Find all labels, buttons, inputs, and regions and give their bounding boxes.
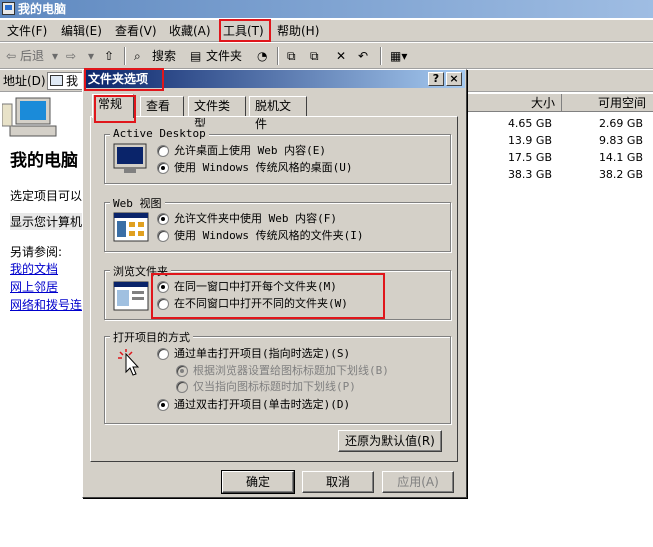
menu-favorites[interactable]: 收藏(A) — [166, 23, 214, 39]
address-value: 我 — [66, 74, 79, 88]
radio-separate-window[interactable] — [157, 298, 169, 310]
cell-free: 2.69 GB — [598, 117, 643, 130]
dialog-title: 文件夹选项 — [88, 72, 149, 86]
group-title: 浏览文件夹 — [110, 263, 171, 279]
pointer-click-icon — [118, 349, 140, 376]
address-field[interactable]: 我 — [47, 72, 87, 90]
option-label: 允许文件夹中使用 Web 内容(F) — [174, 212, 337, 225]
column-header-free-space[interactable]: 可用空间 — [562, 94, 652, 112]
cell-free: 38.2 GB — [598, 168, 643, 181]
help-button[interactable]: ? — [428, 72, 444, 86]
menu-bar: 文件(F) 编辑(E) 查看(V) 收藏(A) 工具(T) 帮助(H) — [0, 20, 653, 42]
toolbar-separator — [124, 47, 126, 65]
move-to-icon[interactable]: ⧉ — [287, 47, 296, 65]
tab-view[interactable]: 查看 — [140, 96, 184, 116]
cell-free: 14.1 GB — [598, 151, 643, 164]
see-also-label: 另请参阅: — [10, 245, 63, 259]
link-network-dialup[interactable]: 网络和拨号连 — [10, 296, 82, 313]
cell-size: 4.65 GB — [507, 117, 552, 130]
menu-help[interactable]: 帮助(H) — [274, 23, 322, 39]
cell-size: 38.3 GB — [507, 168, 552, 181]
ok-button[interactable]: 确定 — [221, 470, 295, 494]
group-title: Web 视图 — [110, 195, 165, 211]
select-hint: 选定项目可以 — [10, 189, 83, 203]
menu-tools[interactable]: 工具(T) — [220, 23, 267, 39]
toolbar-separator — [277, 47, 279, 65]
forward-arrow-icon[interactable]: ⇨ — [66, 47, 76, 65]
window-title: 我的电脑 — [18, 2, 67, 16]
desktop-icon — [113, 143, 147, 173]
cell-free: 9.83 GB — [598, 134, 643, 147]
radio-web-desktop[interactable] — [157, 145, 169, 157]
copy-to-icon[interactable]: ⧉ — [310, 47, 319, 65]
option-label: 使用 Windows 传统风格的文件夹(I) — [174, 229, 364, 242]
toolbar-separator — [380, 47, 382, 65]
link-my-documents[interactable]: 我的文档 — [10, 260, 58, 277]
search-icon[interactable]: ⌕ — [134, 47, 141, 65]
cell-size: 13.9 GB — [507, 134, 552, 147]
option-label: 在同一窗口中打开每个文件夹(M) — [174, 280, 337, 293]
close-button[interactable]: × — [446, 72, 462, 86]
radio-double-click[interactable] — [157, 399, 169, 411]
undo-icon[interactable]: ↶ — [358, 47, 368, 65]
restore-defaults-button[interactable]: 还原为默认值(R) — [338, 430, 442, 452]
search-button[interactable]: 搜索 — [152, 47, 176, 65]
menu-file[interactable]: 文件(F) — [4, 23, 50, 39]
radio-underline-point — [176, 381, 188, 393]
group-active-desktop — [104, 134, 451, 184]
option-label: 通过双击打开项目(单击时选定)(D) — [174, 398, 351, 411]
radio-underline-browser — [176, 365, 188, 377]
address-label: 地址(D) — [3, 74, 46, 88]
radio-classic-folders[interactable] — [157, 230, 169, 242]
toolbar: ⇦ 后退 ▾ ⇨ ▾ ⇧ ⌕ 搜索 ▤ 文件夹 ◔ ⧉ ⧉ ✕ ↶ ▦▾ — [0, 43, 653, 69]
folders-button[interactable]: 文件夹 — [206, 47, 242, 65]
web-folder-icon — [113, 212, 149, 242]
menu-view[interactable]: 查看(V) — [112, 23, 160, 39]
option-label: 根据浏览器设置给图标标题加下划线(B) — [193, 364, 389, 377]
option-label: 允许桌面上使用 Web 内容(E) — [174, 144, 326, 157]
my-computer-icon — [2, 97, 57, 137]
radio-classic-desktop[interactable] — [157, 162, 169, 174]
cancel-button[interactable]: 取消 — [302, 471, 374, 493]
option-label: 仅当指向图标标题时加下划线(P) — [193, 380, 356, 393]
option-label: 在不同窗口中打开不同的文件夹(W) — [174, 297, 348, 310]
back-button[interactable]: 后退 — [20, 47, 44, 65]
tab-offline-files[interactable]: 脱机文件 — [249, 96, 307, 131]
show-info: 显示您计算机 — [10, 213, 83, 230]
radio-web-folders[interactable] — [157, 213, 169, 225]
views-icon[interactable]: ▦▾ — [390, 47, 407, 65]
up-folder-icon[interactable]: ⇧ — [104, 47, 114, 65]
history-icon[interactable]: ◔ — [257, 47, 267, 65]
forward-dropdown-icon[interactable]: ▾ — [88, 47, 94, 65]
group-title: Active Desktop — [110, 127, 209, 140]
dialog-titlebar[interactable]: 文件夹选项 — [84, 70, 465, 88]
back-dropdown-icon[interactable]: ▾ — [52, 47, 58, 65]
computer-icon — [50, 75, 63, 86]
delete-icon[interactable]: ✕ — [336, 47, 346, 65]
window-icon — [113, 281, 149, 311]
link-network-places[interactable]: 网上邻居 — [10, 278, 58, 295]
tab-file-types[interactable]: 文件类型 — [188, 96, 246, 131]
window-titlebar[interactable]: 我的电脑 — [0, 0, 653, 18]
back-arrow-icon[interactable]: ⇦ — [6, 47, 16, 65]
apply-button[interactable]: 应用(A) — [382, 471, 454, 493]
option-label: 使用 Windows 传统风格的桌面(U) — [174, 161, 353, 174]
radio-single-click[interactable] — [157, 348, 169, 360]
group-title: 打开项目的方式 — [110, 329, 193, 345]
option-label: 通过单击打开项目(指向时选定)(S) — [174, 347, 351, 360]
column-headers: 大小 可用空间 — [466, 94, 653, 112]
computer-icon — [2, 2, 15, 15]
radio-same-window[interactable] — [157, 281, 169, 293]
tab-general[interactable]: 常规 — [92, 94, 134, 118]
column-header-size[interactable]: 大小 — [466, 94, 562, 112]
folders-icon[interactable]: ▤ — [190, 47, 201, 65]
cell-size: 17.5 GB — [507, 151, 552, 164]
page-title: 我的电脑 — [10, 151, 78, 171]
menu-edit[interactable]: 编辑(E) — [58, 23, 105, 39]
